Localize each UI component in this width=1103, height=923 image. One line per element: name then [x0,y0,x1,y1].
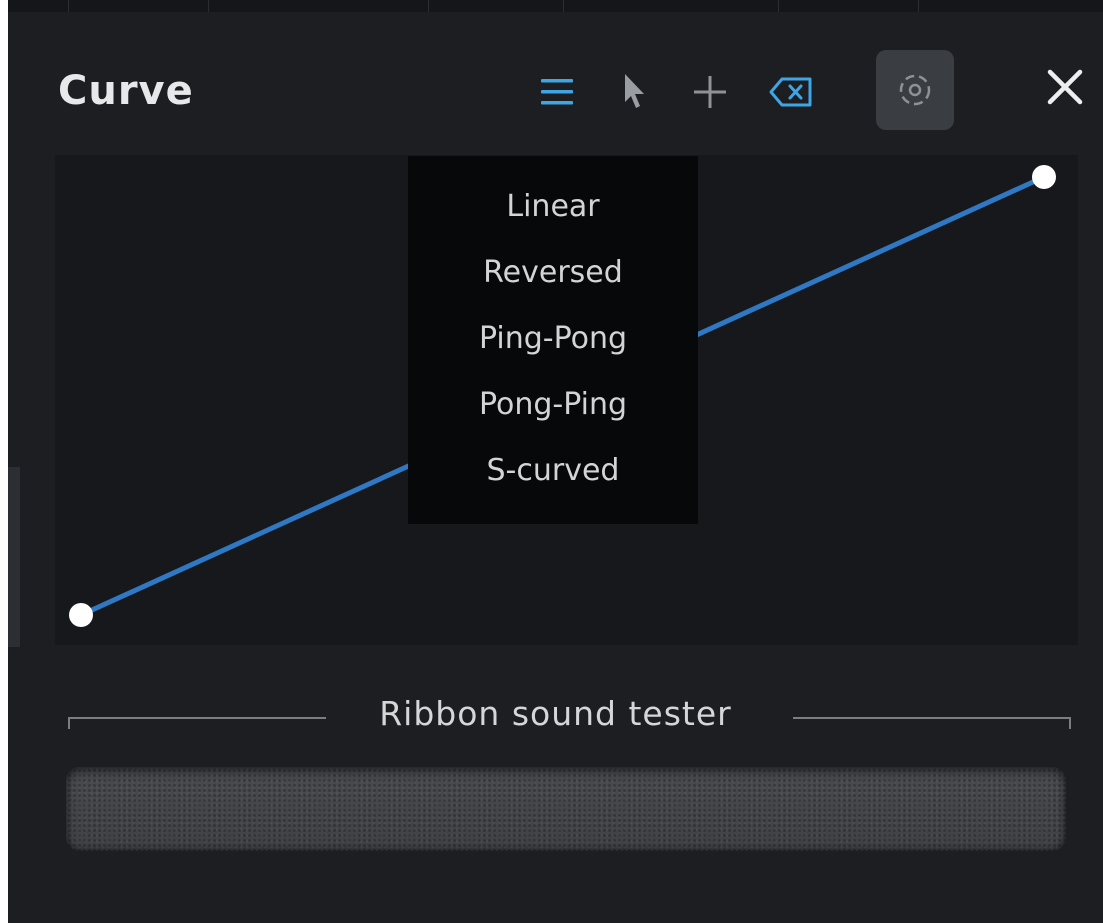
curve-panel: Curve Linear Reversed Ping-Pong Pong-Pin… [8,12,1103,923]
menu-item-linear[interactable]: Linear [408,186,698,252]
curve-point-start[interactable] [69,603,93,627]
menu-item-ping-pong[interactable]: Ping-Pong [408,318,698,384]
focus-icon [899,74,931,106]
background-window-strip [8,0,1103,12]
curve-presets-menu-button[interactable] [536,74,578,110]
ribbon-tester-label: Ribbon sound tester [379,694,732,733]
menu-item-s-curved[interactable]: S-curved [408,450,698,516]
side-scroll-edge [8,467,20,647]
add-point-button[interactable] [690,72,730,112]
section-divider-right [793,717,1071,719]
menu-item-reversed[interactable]: Reversed [408,252,698,318]
section-divider-right-tick [1069,717,1071,729]
delete-icon [769,77,812,107]
panel-title: Curve [58,68,194,114]
add-icon [694,76,726,108]
menu-icon [541,79,573,105]
menu-item-pong-ping[interactable]: Pong-Ping [408,384,698,450]
close-button[interactable] [1042,64,1088,110]
curve-presets-dropdown: Linear Reversed Ping-Pong Pong-Ping S-cu… [408,156,698,524]
focus-button[interactable] [876,50,954,130]
ribbon-sound-tester[interactable] [66,767,1066,851]
delete-point-button[interactable] [766,72,816,112]
close-icon [1047,69,1083,105]
pointer-icon [625,74,644,108]
select-tool-button[interactable] [618,70,652,114]
curve-point-end[interactable] [1032,165,1056,189]
